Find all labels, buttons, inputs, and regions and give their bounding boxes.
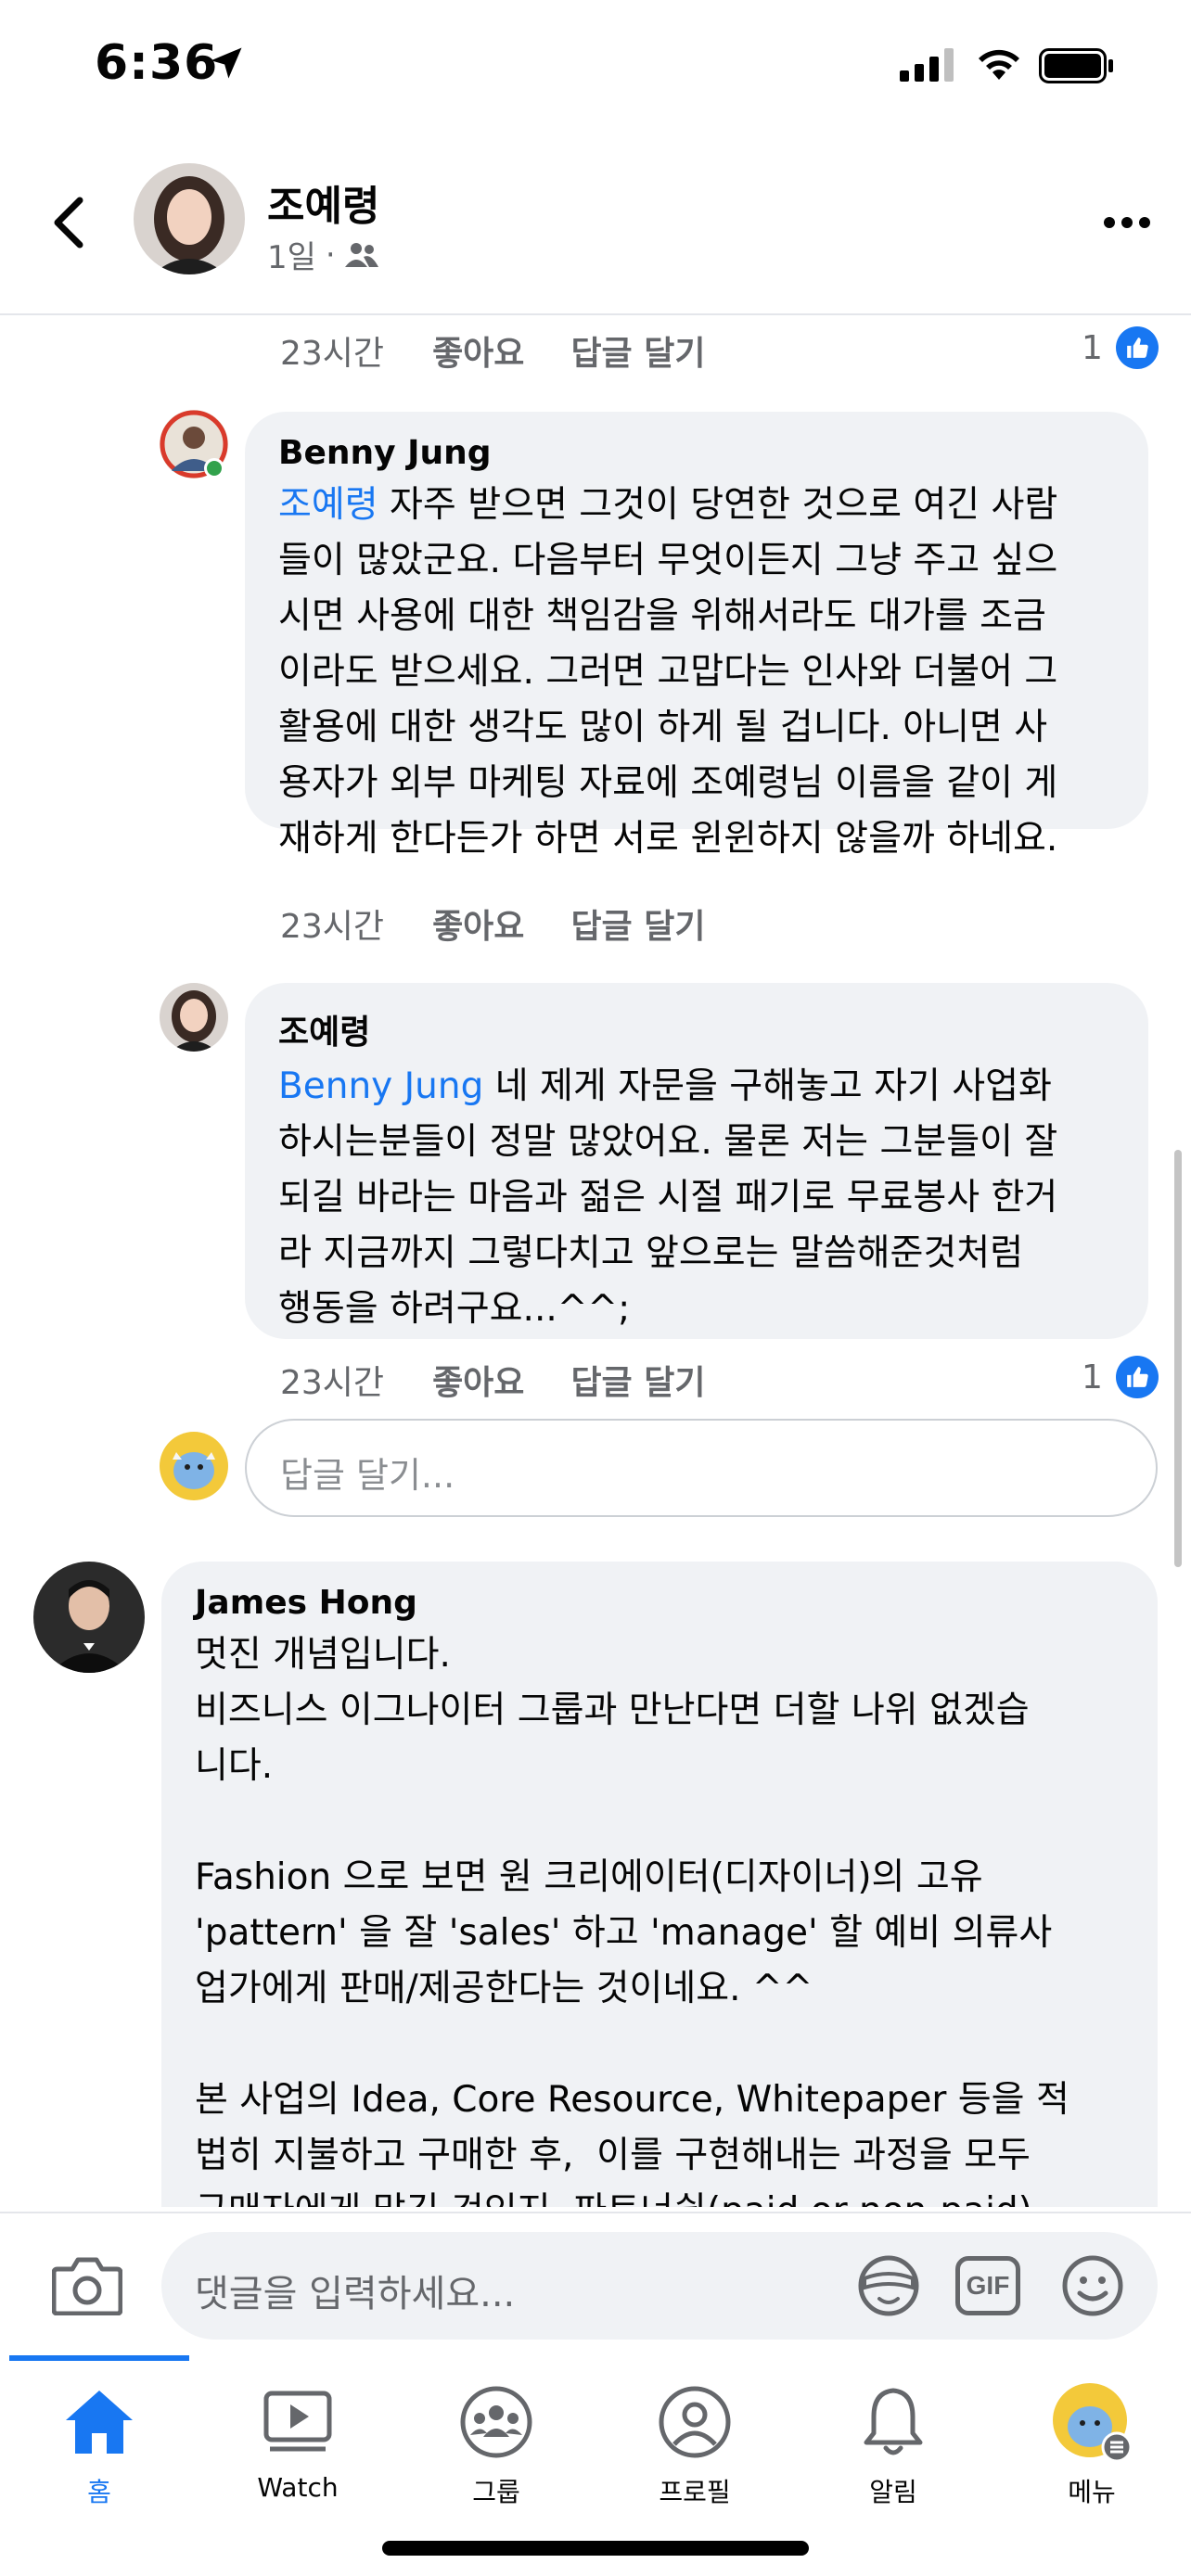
like-link[interactable]: 좋아요	[432, 899, 524, 948]
tab-profile[interactable]: 프로필	[596, 2376, 794, 2515]
tab-menu[interactable]: 메뉴	[992, 2376, 1191, 2515]
post-header: 조예령 1일 ·	[0, 148, 1191, 315]
comment-text: 멋진 개념입니다. 비즈니스 이그나이터 그룹과 만난다면 더할 나위 없겠습 …	[195, 1634, 1069, 2207]
gif-icon[interactable]: GIF	[955, 2256, 1020, 2315]
watch-icon	[263, 2391, 332, 2452]
reply-input[interactable]: 답글 달기...	[245, 1419, 1158, 1517]
my-avatar	[160, 1432, 228, 1500]
tab-label: 프로필	[659, 2477, 731, 2507]
comment-composer: 댓글을 입력하세요... GIF	[0, 2212, 1191, 2351]
friends-icon	[344, 242, 378, 267]
reaction-summary[interactable]: 1	[1082, 326, 1159, 369]
author-avatar[interactable]	[134, 163, 245, 274]
comment-time: 23시간	[280, 1364, 385, 1402]
comment-author[interactable]: 조예령	[278, 1005, 1115, 1053]
online-status-dot	[204, 458, 224, 478]
cellular-signal-icon	[900, 48, 954, 82]
comment-bubble[interactable]: 조예령 Benny Jung 네 제게 자문을 구해놓고 자기 사업화 하시는분…	[245, 983, 1148, 1339]
back-arrow-icon[interactable]	[37, 185, 102, 260]
tab-label: 그룹	[472, 2477, 520, 2507]
comment-time: 23시간	[280, 908, 385, 946]
comment-text: Benny Jung 네 제게 자문을 구해놓고 자기 사업화 하시는분들이 정…	[278, 1059, 1115, 1337]
comment-input[interactable]: 댓글을 입력하세요... GIF	[161, 2232, 1158, 2340]
reply-link[interactable]: 답글 달기	[570, 899, 705, 948]
status-time: 6:36	[95, 35, 219, 91]
comment-time: 23시간	[280, 335, 385, 373]
tab-notifications[interactable]: 알림	[794, 2376, 992, 2515]
active-tab-indicator	[9, 2355, 189, 2361]
reaction-count: 1	[1082, 328, 1103, 367]
comment-meta-row: 23시간 좋아요 답글 달기	[280, 326, 705, 375]
comment-bubble[interactable]: Benny Jung 조예령 자주 받으면 그것이 당연한 것으로 여긴 사람 …	[245, 412, 1148, 860]
commenter-avatar[interactable]	[33, 1562, 145, 1673]
battery-icon	[1039, 48, 1113, 83]
more-options-icon[interactable]	[1095, 195, 1159, 250]
comment-author[interactable]: Benny Jung	[278, 434, 1115, 472]
post-age: 1일	[267, 239, 316, 276]
comment-list[interactable]: 23시간 좋아요 답글 달기 1 Benny Jung 조예령 자주 받으면 그…	[0, 315, 1191, 2207]
mention-link[interactable]: 조예령	[278, 484, 378, 526]
emoji-icon[interactable]	[1057, 2251, 1128, 2321]
wifi-icon	[979, 49, 1019, 80]
camera-icon[interactable]	[52, 2256, 122, 2315]
like-link[interactable]: 좋아요	[432, 1356, 524, 1404]
home-indicator[interactable]	[382, 2541, 809, 2556]
comment-bubble[interactable]: James Hong 멋진 개념입니다. 비즈니스 이그나이터 그룹과 만난다면…	[161, 1562, 1158, 2207]
profile-icon	[659, 2386, 731, 2458]
scrollbar[interactable]	[1174, 1150, 1182, 1567]
tab-watch[interactable]: Watch	[198, 2376, 397, 2515]
reply-placeholder: 답글 달기...	[280, 1455, 455, 1496]
like-link[interactable]: 좋아요	[432, 326, 524, 375]
tab-groups[interactable]: 그룹	[397, 2376, 596, 2515]
tab-label: 메뉴	[1068, 2477, 1116, 2507]
comment-input-placeholder: 댓글을 입력하세요...	[195, 2273, 516, 2315]
tab-label: 알림	[869, 2477, 917, 2507]
comment-author[interactable]: James Hong	[195, 1584, 1124, 1622]
comment-text: 조예령 자주 받으면 그것이 당연한 것으로 여긴 사람 들이 많았군요. 다음…	[278, 478, 1115, 867]
commenter-avatar[interactable]	[160, 983, 228, 1052]
reaction-count: 1	[1082, 1358, 1103, 1396]
reply-link[interactable]: 답글 달기	[570, 326, 705, 375]
menu-avatar-icon	[1053, 2383, 1133, 2463]
home-icon	[66, 2391, 133, 2454]
comment-meta-row: 23시간 좋아요 답글 달기	[280, 1356, 705, 1404]
reaction-summary[interactable]: 1	[1082, 1356, 1159, 1398]
comment-meta-row: 23시간 좋아요 답글 달기	[280, 899, 705, 948]
post-meta: 1일 ·	[267, 232, 378, 277]
author-name[interactable]: 조예령	[267, 172, 379, 232]
like-reaction-icon	[1115, 1356, 1159, 1398]
meta-separator: ·	[325, 236, 336, 274]
status-bar: 6:36	[0, 0, 1191, 139]
bell-icon	[864, 2388, 923, 2455]
like-reaction-icon	[1115, 326, 1159, 369]
groups-icon	[460, 2386, 532, 2458]
location-arrow-icon	[211, 47, 242, 79]
sticker-icon[interactable]	[853, 2251, 924, 2321]
comment-body: 자주 받으면 그것이 당연한 것으로 여긴 사람 들이 많았군요. 다음부터 무…	[278, 484, 1058, 860]
mention-link[interactable]: Benny Jung	[278, 1065, 483, 1107]
tab-label: Watch	[257, 2472, 339, 2503]
tab-home[interactable]: 홈	[0, 2376, 198, 2515]
reply-link[interactable]: 답글 달기	[570, 1356, 705, 1404]
tab-label: 홈	[87, 2477, 111, 2507]
